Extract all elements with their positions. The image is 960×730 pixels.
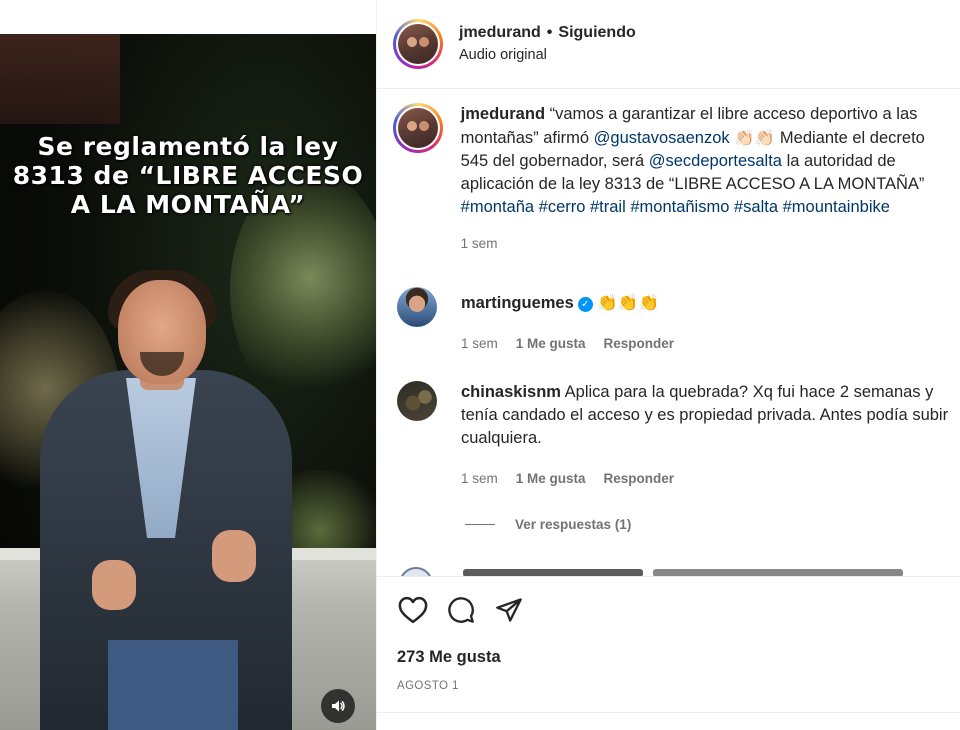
mention-link[interactable]: @gustavosaenzok bbox=[594, 129, 730, 147]
hashtag-links[interactable]: #montaña #cerro #trail #montañismo #salt… bbox=[461, 198, 890, 216]
comment-item: chinaskisnm Aplica para la quebrada? Xq … bbox=[397, 381, 957, 488]
clap-emoji: 👏🏻👏🏻 bbox=[734, 128, 776, 147]
post-caption: jmedurand “vamos a garantizar el libre a… bbox=[393, 103, 953, 253]
author-username[interactable]: jmedurand bbox=[459, 24, 541, 41]
like-button[interactable] bbox=[397, 594, 429, 626]
person-hand bbox=[92, 560, 136, 610]
person-hand bbox=[212, 530, 256, 582]
comment-timestamp[interactable]: 1 sem bbox=[461, 336, 498, 351]
comment-likes[interactable]: 1 Me gusta bbox=[516, 471, 586, 486]
post-actions bbox=[397, 594, 525, 626]
audio-link[interactable]: Audio original bbox=[459, 44, 636, 66]
divider bbox=[377, 576, 960, 577]
comment-button[interactable] bbox=[445, 594, 477, 626]
partial-text bbox=[653, 569, 903, 576]
partial-text bbox=[463, 569, 643, 576]
video-caption-overlay: Se reglamentó la ley 8313 de “LIBRE ACCE… bbox=[12, 132, 364, 219]
commenter-avatar[interactable] bbox=[397, 381, 437, 421]
author-avatar[interactable] bbox=[393, 19, 443, 69]
commenter-username[interactable]: martinguemes bbox=[461, 294, 574, 312]
divider bbox=[377, 712, 960, 713]
comment-likes[interactable]: 1 Me gusta bbox=[516, 336, 586, 351]
view-replies-label: Ver respuestas (1) bbox=[515, 517, 632, 532]
post-details-panel: jmedurand • Siguiendo Audio original jmedu… bbox=[376, 0, 960, 730]
post-date[interactable]: AGOSTO 1 bbox=[397, 680, 459, 692]
post-video[interactable]: Se reglamentó la ley 8313 de “LIBRE ACCE… bbox=[0, 0, 376, 730]
video-letterbox bbox=[0, 0, 376, 34]
video-building bbox=[0, 34, 120, 124]
verified-badge-icon: ✓ bbox=[577, 297, 593, 312]
following-button[interactable]: Siguiendo bbox=[558, 24, 635, 41]
author-avatar[interactable] bbox=[393, 103, 443, 153]
comment-item: martinguemes ✓ 👏👏👏 1 sem 1 Me gusta Respond… bbox=[397, 287, 957, 353]
comment-text: 👏👏👏 bbox=[597, 293, 660, 312]
share-icon bbox=[496, 598, 522, 622]
speaker-icon bbox=[332, 700, 345, 712]
share-button[interactable] bbox=[493, 594, 525, 626]
audio-toggle-button[interactable] bbox=[321, 689, 355, 723]
replies-line bbox=[465, 524, 495, 525]
mention-link[interactable]: @secdeportesalta bbox=[649, 152, 782, 170]
caption-timestamp[interactable]: 1 sem bbox=[461, 236, 498, 251]
heart-icon bbox=[398, 596, 428, 624]
commenter-username[interactable]: chinaskisnm bbox=[461, 383, 561, 401]
view-replies-button[interactable]: Ver respuestas (1) bbox=[465, 517, 631, 532]
comment-item-partial bbox=[399, 563, 959, 576]
comments-list[interactable]: jmedurand “vamos a garantizar el libre a… bbox=[377, 89, 960, 576]
person-jeans bbox=[108, 640, 238, 730]
caption-username[interactable]: jmedurand bbox=[461, 105, 545, 123]
commenter-avatar[interactable] bbox=[397, 287, 437, 327]
likes-count[interactable]: 273 Me gusta bbox=[397, 648, 501, 667]
reply-button[interactable]: Responder bbox=[604, 471, 675, 486]
post-header: jmedurand • Siguiendo Audio original bbox=[393, 17, 953, 71]
separator-dot: • bbox=[546, 24, 553, 41]
comment-icon bbox=[448, 597, 474, 623]
commenter-avatar[interactable] bbox=[399, 567, 433, 576]
comment-timestamp[interactable]: 1 sem bbox=[461, 471, 498, 486]
reply-button[interactable]: Responder bbox=[604, 336, 675, 351]
